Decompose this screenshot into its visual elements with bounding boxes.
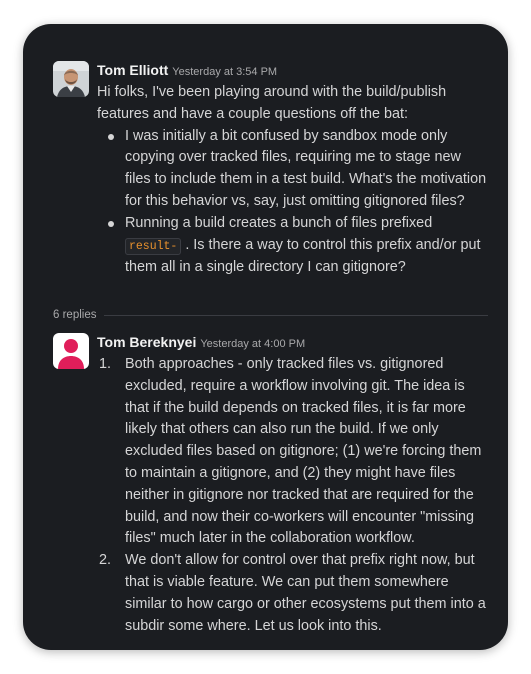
message-body: Tom Bereknyei Yesterday at 4:00 PM 1. Bot… <box>97 333 490 637</box>
replies-divider[interactable]: 6 replies <box>53 308 488 322</box>
replies-count[interactable]: 6 replies <box>53 309 96 321</box>
author-name[interactable]: Tom Bereknyei <box>97 334 196 350</box>
answer-list: 1. Both approaches - only tracked files … <box>97 354 490 637</box>
list-item: Running a build creates a bunch of files… <box>97 213 490 279</box>
divider-line <box>104 314 488 316</box>
item-text: Both approaches - only tracked files vs.… <box>125 356 482 547</box>
thread-panel: Tom Elliott Yesterday at 3:54 PM Hi folks… <box>23 24 508 650</box>
bullet-text: I was initially a bit confused by sandbo… <box>125 127 487 209</box>
tom-bereknyei-avatar[interactable] <box>53 333 89 369</box>
message-timestamp[interactable]: Yesterday at 3:54 PM <box>172 66 277 78</box>
question-list: I was initially a bit confused by sandbo… <box>97 126 490 280</box>
bullet-icon <box>108 220 114 227</box>
item-number: 1. <box>99 356 112 372</box>
list-item: 1. Both approaches - only tracked files … <box>97 354 490 550</box>
item-number: 2. <box>99 552 112 569</box>
author-name[interactable]: Tom Elliott <box>97 62 168 78</box>
list-item: I was initially a bit confused by sandbo… <box>97 126 490 213</box>
tom-elliott-avatar[interactable] <box>53 61 89 97</box>
user-photo-avatar-icon <box>53 61 89 97</box>
default-person-avatar-icon <box>53 333 89 369</box>
message-body: Tom Elliott Yesterday at 3:54 PM Hi folks… <box>97 61 490 279</box>
inline-code: result- <box>125 237 182 255</box>
message-header: Tom Elliott Yesterday at 3:54 PM <box>97 61 490 81</box>
bullet-icon <box>108 133 114 140</box>
item-text: We don't allow for control over that pre… <box>125 552 486 634</box>
message-header: Tom Bereknyei Yesterday at 4:00 PM <box>97 333 490 353</box>
list-item: 2. We don't allow for control over that … <box>97 550 490 637</box>
message-intro: Hi folks, I've been playing around with … <box>97 84 447 122</box>
message-timestamp[interactable]: Yesterday at 4:00 PM <box>200 338 305 350</box>
bullet-text-before: Running a build creates a bunch of files… <box>125 214 433 231</box>
